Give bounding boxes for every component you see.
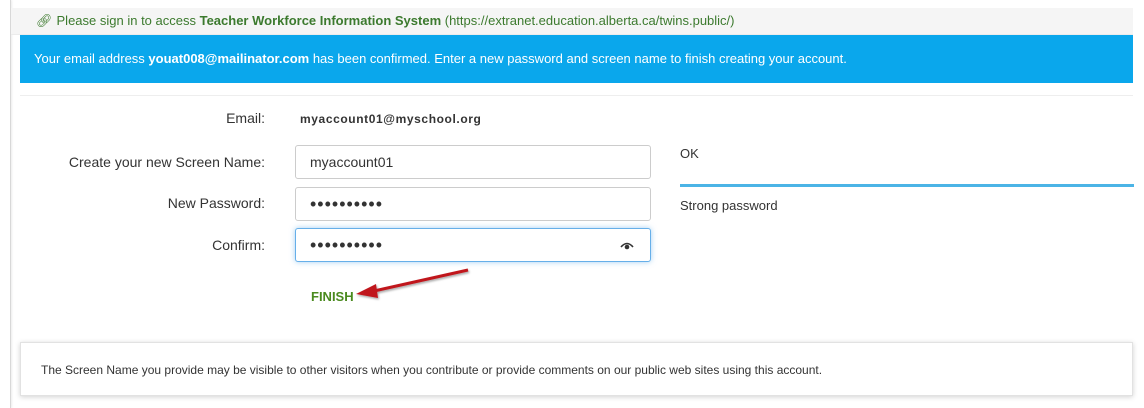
signin-app-name[interactable]: Teacher Workforce Information System [200, 13, 442, 28]
signin-prefix: Please sign in to access [56, 13, 200, 28]
confirm-label: Confirm: [212, 237, 265, 253]
divider [20, 95, 1133, 96]
finish-button[interactable]: FINISH [311, 289, 354, 304]
confirm-password-input[interactable] [295, 228, 651, 262]
screen-name-input[interactable] [295, 145, 651, 179]
eye-icon[interactable] [620, 238, 634, 252]
notice-text: The Screen Name you provide may be visib… [41, 363, 823, 377]
new-password-input[interactable] [295, 187, 651, 221]
banner-suffix: has been confirmed. Enter a new password… [309, 51, 847, 66]
red-arrow-annotation [356, 268, 469, 298]
banner-email: youat008@mailinator.com [148, 51, 310, 66]
email-value: myaccount01@myschool.org [300, 112, 482, 126]
email-label: Email: [226, 110, 265, 126]
screen-name-notice: The Screen Name you provide may be visib… [20, 342, 1133, 396]
link-icon: 🔗︎ [36, 13, 53, 28]
screen-name-label: Create your new Screen Name: [68, 154, 265, 170]
screen-name-status: OK [680, 146, 699, 161]
password-strength-fill [680, 184, 1134, 187]
left-border [0, 0, 11, 408]
password-strength-text: Strong password [680, 198, 778, 213]
signin-notice: 🔗︎ Please sign in to access Teacher Workf… [11, 8, 1133, 35]
banner-prefix: Your email address [34, 51, 149, 66]
password-strength-meter [680, 184, 1134, 187]
signin-url[interactable]: (https://extranet.education.alberta.ca/t… [441, 13, 735, 28]
email-confirmed-banner: Your email address youat008@mailinator.c… [20, 35, 1133, 83]
new-password-label: New Password: [167, 195, 265, 211]
